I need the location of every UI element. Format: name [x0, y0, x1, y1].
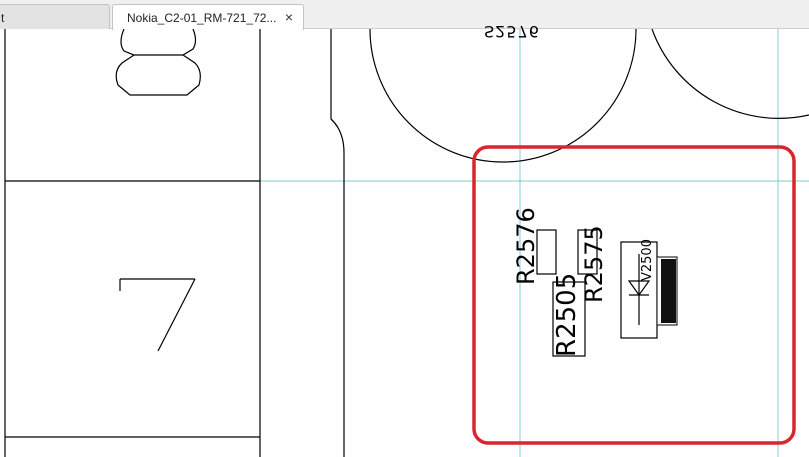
tab-previous[interactable]: t: [0, 4, 110, 29]
diode-hatch: [656, 256, 678, 326]
tab-label: Nokia_C2-01_RM-721_72...: [127, 11, 277, 25]
circle-pad-right: [651, 29, 809, 119]
circle-pad-left: [369, 29, 637, 163]
left-cells: [4, 29, 261, 457]
label-v2500: V2500: [640, 239, 655, 281]
schematic-drawing: [4, 29, 809, 457]
tab-nokia-document[interactable]: Nokia_C2-01_RM-721_72... ×: [112, 4, 304, 30]
document-canvas[interactable]: 7 S2576 R2576 R2575 R2505 V2500: [0, 22, 809, 457]
eight-top-loop: [120, 29, 197, 56]
label-r2505: R2505: [552, 272, 582, 357]
tab-bar: t Nokia_C2-01_RM-721_72... ×: [0, 0, 809, 30]
board-outline: [330, 29, 345, 457]
label-r2576: R2576: [512, 207, 540, 285]
label-r2575: R2575: [580, 225, 608, 303]
close-icon[interactable]: ×: [282, 9, 296, 25]
digit-seven: [119, 278, 196, 352]
label-s2576: S2576: [484, 22, 540, 41]
digit-seven-label: 7: [118, 273, 119, 274]
tab-label: t: [1, 11, 5, 25]
eight-bottom-loop: [115, 54, 201, 96]
